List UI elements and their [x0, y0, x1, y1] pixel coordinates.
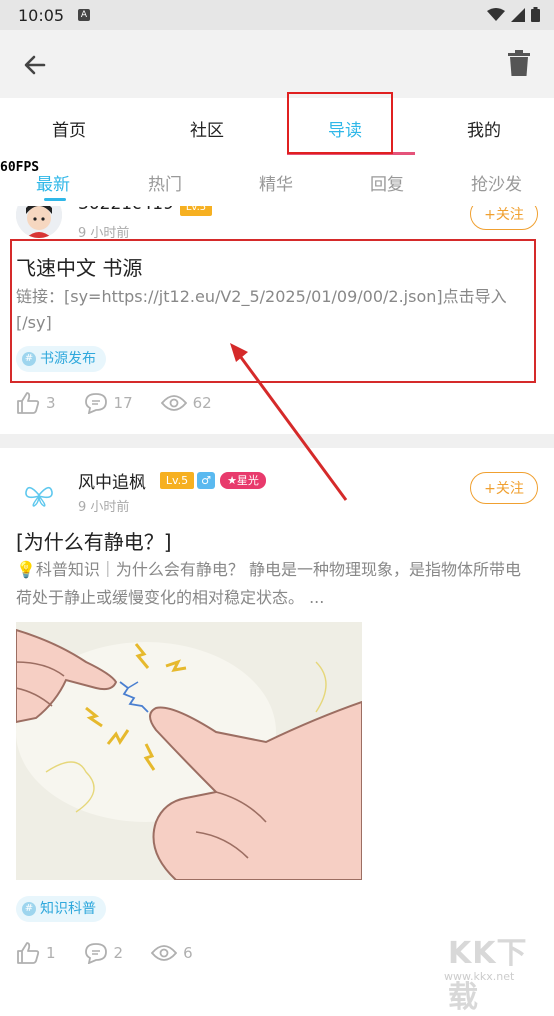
post-actions: 1 2 6 — [16, 942, 221, 964]
comment-count: 17 — [113, 394, 133, 412]
username[interactable]: 30221c419 — [78, 206, 174, 214]
level-badge: Lv.5 — [160, 472, 194, 489]
like-button[interactable]: 3 — [16, 392, 56, 414]
star-badge: ★星光 — [220, 472, 266, 489]
watermark-url: www.kkx.net — [444, 970, 515, 983]
level-badge: Lv.5 — [180, 206, 212, 216]
post-title[interactable]: [为什么有静电？] — [16, 526, 172, 555]
status-bar: 10:05 A — [0, 0, 554, 30]
avatar[interactable] — [16, 472, 62, 518]
post-card[interactable]: 30221c419 Lv.5 9 小时前 +关注 飞速中文 书源 链接：[sy=… — [0, 206, 554, 434]
subtab-hot[interactable]: 热门 — [148, 170, 182, 195]
thumbs-up-icon — [17, 942, 40, 964]
tag-label: 知识科普 — [40, 901, 96, 917]
post-actions: 3 17 62 — [16, 392, 240, 414]
view-count: 6 — [183, 944, 193, 962]
signal-icon — [511, 7, 525, 22]
like-count: 1 — [46, 944, 56, 962]
sub-tab-bar: 60FPS 最新 热门 精华 回复 抢沙发 — [0, 158, 554, 206]
hashtag-icon: # — [22, 902, 36, 916]
post-title[interactable]: 飞速中文 书源 — [16, 252, 142, 281]
eye-icon — [160, 395, 187, 411]
thumbs-up-icon — [17, 392, 40, 414]
comment-button[interactable]: 17 — [84, 392, 133, 414]
gender-badge: ♂ — [197, 472, 215, 489]
view-count: 62 — [192, 394, 212, 412]
subtab-indicator — [44, 198, 66, 201]
subtab-replies[interactable]: 回复 — [370, 170, 404, 195]
post-card[interactable]: 风中追枫 Lv.5 ♂ ★星光 9 小时前 +关注 [为什么有静电？] 💡科普知… — [0, 448, 554, 984]
comment-button[interactable]: 2 — [84, 942, 124, 964]
like-button[interactable]: 1 — [16, 942, 56, 964]
main-tab-bar: 首页 社区 导读 我的 — [0, 98, 554, 159]
tab-mine[interactable]: 我的 — [467, 116, 501, 141]
tag-label: 书源发布 — [40, 351, 96, 367]
post-time: 9 小时前 — [78, 500, 130, 515]
avatar[interactable] — [16, 206, 62, 238]
page-title — [68, 50, 188, 76]
notification-icon: A — [78, 9, 90, 21]
comment-icon — [84, 393, 107, 414]
like-count: 3 — [46, 394, 56, 412]
fps-overlay: 60FPS — [0, 160, 40, 175]
view-count-item: 62 — [160, 394, 212, 412]
annotation-box-guide-tab — [287, 92, 393, 154]
subtab-latest[interactable]: 最新 — [36, 170, 70, 195]
feed-divider — [0, 434, 554, 448]
eye-icon — [151, 945, 178, 961]
comment-icon — [84, 943, 107, 964]
post-body[interactable]: 链接：[sy=https://jt12.eu/V2_5/2025/01/09/0… — [16, 284, 532, 336]
username[interactable]: 风中追枫 — [78, 468, 146, 493]
topic-tag[interactable]: # 知识科普 — [16, 896, 106, 922]
follow-button[interactable]: +关注 — [470, 472, 538, 504]
back-arrow-icon[interactable] — [20, 50, 50, 80]
status-time: 10:05 — [18, 6, 65, 25]
tab-community[interactable]: 社区 — [190, 116, 224, 141]
post-image[interactable] — [16, 622, 362, 880]
app-bar — [0, 30, 554, 98]
follow-button[interactable]: +关注 — [470, 206, 538, 230]
battery-icon — [531, 7, 540, 22]
post-body[interactable]: 💡科普知识｜为什么会有静电？ 静电是一种物理现象，是指物体所带电荷处于静止或缓慢… — [16, 556, 536, 612]
subtab-featured[interactable]: 精华 — [259, 170, 293, 195]
topic-tag[interactable]: # 书源发布 — [16, 346, 106, 372]
subtab-first-reply[interactable]: 抢沙发 — [471, 170, 522, 195]
tab-home[interactable]: 首页 — [52, 116, 86, 141]
hashtag-icon: # — [22, 352, 36, 366]
wifi-icon — [487, 7, 505, 21]
view-count-item: 6 — [151, 944, 193, 962]
delete-icon[interactable] — [508, 50, 530, 76]
comment-count: 2 — [113, 944, 124, 962]
status-icons — [487, 7, 540, 22]
